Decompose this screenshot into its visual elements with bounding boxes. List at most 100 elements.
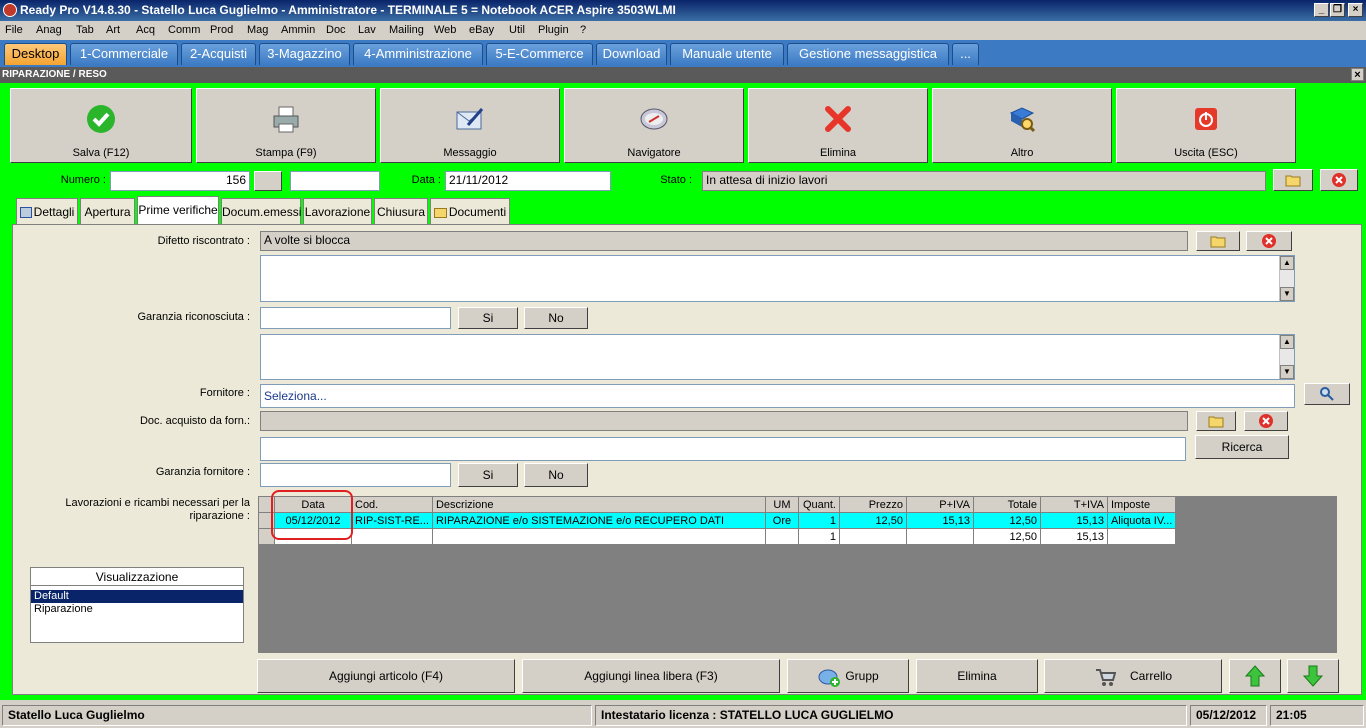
numero-field[interactable]: 156 xyxy=(110,171,250,191)
tab-desktop[interactable]: Desktop xyxy=(4,43,67,65)
form-close-button[interactable]: × xyxy=(1351,68,1364,81)
list-item[interactable]: Default xyxy=(31,590,243,603)
menu-ebay[interactable]: eBay xyxy=(469,24,494,36)
navigator-button[interactable]: Navigatore xyxy=(564,88,744,163)
save-button[interactable]: Salva (F12) xyxy=(10,88,192,163)
print-button[interactable]: Stampa (F9) xyxy=(196,88,376,163)
cell-cod[interactable]: RIP-SIST-RE... xyxy=(351,512,433,529)
cell-um[interactable] xyxy=(764,528,799,545)
menu-lav[interactable]: Lav xyxy=(358,24,376,36)
data-field[interactable]: 21/11/2012 xyxy=(445,171,611,191)
tab-lavorazione[interactable]: Lavorazione xyxy=(303,198,372,224)
table-row[interactable]: 1 12,50 15,13 xyxy=(258,528,1177,545)
tab-ecommerce[interactable]: 5-E-Commerce xyxy=(486,43,593,65)
doc-acquisto-field[interactable] xyxy=(260,411,1188,431)
other-button[interactable]: Altro xyxy=(932,88,1112,163)
col-totale[interactable]: Totale xyxy=(972,496,1041,513)
garanzia-fornitore-no-button[interactable]: No xyxy=(524,463,588,487)
tab-chiusura[interactable]: Chiusura xyxy=(374,198,428,224)
menu-tab[interactable]: Tab xyxy=(76,24,94,36)
tab-amministrazione[interactable]: 4-Amministrazione xyxy=(353,43,483,65)
difetto-notes-scrollbar[interactable]: ▲ ▼ xyxy=(1279,256,1294,301)
cell-tiva[interactable]: 15,13 xyxy=(1039,512,1108,529)
table-row[interactable]: 05/12/2012 RIP-SIST-RE... RIPARAZIONE e/… xyxy=(258,512,1177,529)
fornitore-search-button[interactable] xyxy=(1304,383,1350,405)
stato-field[interactable]: In attesa di inizio lavori xyxy=(702,171,1266,191)
menu-file[interactable]: File xyxy=(5,24,23,36)
cell-um[interactable]: Ore xyxy=(764,512,799,529)
doc-acquisto-folder-button[interactable] xyxy=(1196,411,1236,431)
exit-button[interactable]: Uscita (ESC) xyxy=(1116,88,1296,163)
menu-comm[interactable]: Comm xyxy=(168,24,200,36)
lavorazioni-grid[interactable]: Data Cod. Descrizione UM Quant. Prezzo P… xyxy=(258,496,1337,653)
numero-suffix-field[interactable] xyxy=(290,171,380,191)
cart-button[interactable]: Carrello xyxy=(1044,659,1222,693)
cell-cod[interactable] xyxy=(351,528,433,545)
menu-util[interactable]: Util xyxy=(509,24,525,36)
scroll-down-icon[interactable]: ▼ xyxy=(1280,287,1294,301)
tab-acquisti[interactable]: 2-Acquisti xyxy=(181,43,256,65)
move-down-button[interactable] xyxy=(1287,659,1339,693)
garanzia-si-button[interactable]: Si xyxy=(458,307,518,329)
fornitore-select[interactable]: Seleziona... xyxy=(260,384,1295,408)
minimize-button[interactable]: _ xyxy=(1314,3,1329,17)
ricerca-button[interactable]: Ricerca xyxy=(1195,435,1289,459)
garanzia-field[interactable] xyxy=(260,307,451,329)
cell-quant[interactable]: 1 xyxy=(797,528,840,545)
difetto-notes-textarea[interactable] xyxy=(260,255,1295,302)
tab-magazzino[interactable]: 3-Magazzino xyxy=(259,43,350,65)
menu-acq[interactable]: Acq xyxy=(136,24,155,36)
col-piva[interactable]: P+IVA xyxy=(905,496,974,513)
tab-commerciale[interactable]: 1-Commerciale xyxy=(70,43,178,65)
doc-acquisto-clear-button[interactable] xyxy=(1244,411,1288,431)
group-button[interactable]: Grupp xyxy=(787,659,909,693)
cell-piva[interactable]: 15,13 xyxy=(905,512,974,529)
difetto-field[interactable]: A volte si blocca xyxy=(260,231,1188,251)
delete-row-button[interactable]: Elimina xyxy=(916,659,1038,693)
cell-totale[interactable]: 12,50 xyxy=(972,528,1041,545)
tab-docum-emessi[interactable]: Docum.emessi xyxy=(221,198,301,224)
scroll-up-icon[interactable]: ▲ xyxy=(1280,256,1294,270)
col-quant[interactable]: Quant. xyxy=(797,496,840,513)
menu-ammin[interactable]: Ammin xyxy=(281,24,315,36)
menu-art[interactable]: Art xyxy=(106,24,120,36)
delete-button[interactable]: Elimina xyxy=(748,88,928,163)
cell-descrizione[interactable]: RIPARAZIONE e/o SISTEMAZIONE e/o RECUPER… xyxy=(431,512,766,529)
menu-help[interactable]: ? xyxy=(580,24,586,36)
cell-tiva[interactable]: 15,13 xyxy=(1039,528,1108,545)
menu-plugin[interactable]: Plugin xyxy=(538,24,569,36)
stato-folder-button[interactable] xyxy=(1273,169,1313,191)
close-button[interactable]: × xyxy=(1348,3,1363,17)
maximize-button[interactable]: ❐ xyxy=(1330,3,1345,17)
garanzia-notes-textarea[interactable] xyxy=(260,334,1295,380)
scroll-up-icon[interactable]: ▲ xyxy=(1280,335,1294,349)
add-article-button[interactable]: Aggiungi articolo (F4) xyxy=(257,659,515,693)
menu-mag[interactable]: Mag xyxy=(247,24,268,36)
col-imposte[interactable]: Imposte xyxy=(1106,496,1177,513)
garanzia-fornitore-si-button[interactable]: Si xyxy=(458,463,518,487)
tab-more[interactable]: ... xyxy=(952,43,979,65)
menu-anag[interactable]: Anag xyxy=(36,24,62,36)
cell-totale[interactable]: 12,50 xyxy=(972,512,1041,529)
menu-web[interactable]: Web xyxy=(434,24,456,36)
message-button[interactable]: Messaggio xyxy=(380,88,560,163)
garanzia-fornitore-field[interactable] xyxy=(260,463,451,487)
menu-prod[interactable]: Prod xyxy=(210,24,233,36)
add-free-line-button[interactable]: Aggiungi linea libera (F3) xyxy=(522,659,780,693)
garanzia-notes-scrollbar[interactable]: ▲ ▼ xyxy=(1279,335,1294,379)
numero-suffix-button[interactable] xyxy=(254,171,282,191)
tab-messaggistica[interactable]: Gestione messaggistica xyxy=(787,43,949,65)
col-tiva[interactable]: T+IVA xyxy=(1039,496,1108,513)
scroll-down-icon[interactable]: ▼ xyxy=(1280,365,1294,379)
cell-imposte[interactable]: Aliquota IV... xyxy=(1106,512,1177,529)
menu-mailing[interactable]: Mailing xyxy=(389,24,424,36)
col-um[interactable]: UM xyxy=(764,496,799,513)
cell-piva[interactable] xyxy=(905,528,974,545)
difetto-clear-button[interactable] xyxy=(1246,231,1292,251)
tab-prime-verifiche[interactable]: Prime verifiche xyxy=(137,196,219,225)
cell-prezzo[interactable]: 12,50 xyxy=(838,512,907,529)
tab-dettagli[interactable]: Dettagli xyxy=(16,198,78,224)
menu-doc[interactable]: Doc xyxy=(326,24,346,36)
col-descrizione[interactable]: Descrizione xyxy=(431,496,766,513)
garanzia-no-button[interactable]: No xyxy=(524,307,588,329)
